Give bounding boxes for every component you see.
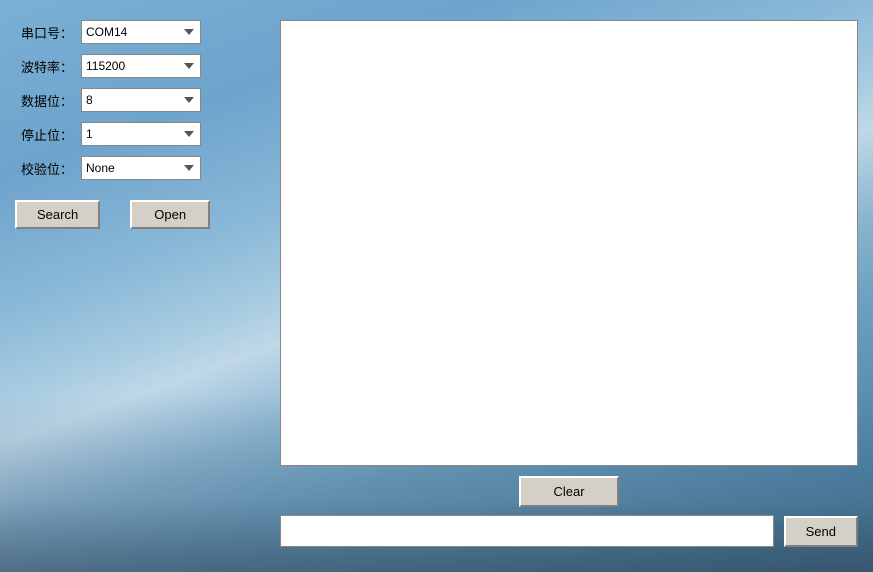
open-button[interactable]: Open	[130, 200, 210, 229]
stop-bits-select[interactable]: 11.52	[81, 122, 201, 146]
com-port-select[interactable]: COM1COM2COM3COM4COM5COM6COM7COM8COM14	[81, 20, 201, 44]
output-area[interactable]	[280, 20, 858, 466]
parity-label: 校验位：	[15, 159, 73, 178]
clear-row: Clear	[280, 466, 858, 515]
search-button[interactable]: Search	[15, 200, 100, 229]
button-row: Search Open	[15, 200, 250, 229]
right-panel: Clear Send	[265, 0, 873, 572]
parity-select[interactable]: NoneOddEvenMarkSpace	[81, 156, 201, 180]
send-input[interactable]	[280, 515, 774, 547]
form-row-com-port: 串口号： COM1COM2COM3COM4COM5COM6COM7COM8COM1…	[15, 20, 250, 44]
baud-rate-select[interactable]: 9600192003840057600115200	[81, 54, 201, 78]
stop-bits-label: 停止位：	[15, 125, 73, 144]
form-row-data-bits: 数据位： 5678	[15, 88, 250, 112]
baud-rate-label: 波特率：	[15, 57, 73, 76]
left-panel: 串口号： COM1COM2COM3COM4COM5COM6COM7COM8COM1…	[0, 0, 265, 572]
form-row-parity: 校验位： NoneOddEvenMarkSpace	[15, 156, 250, 180]
send-row: Send	[280, 515, 858, 557]
com-port-label: 串口号：	[15, 23, 73, 42]
form-row-baud-rate: 波特率： 9600192003840057600115200	[15, 54, 250, 78]
data-bits-label: 数据位：	[15, 91, 73, 110]
clear-button[interactable]: Clear	[519, 476, 619, 507]
send-button[interactable]: Send	[784, 516, 858, 547]
data-bits-select[interactable]: 5678	[81, 88, 201, 112]
form-row-stop-bits: 停止位： 11.52	[15, 122, 250, 146]
